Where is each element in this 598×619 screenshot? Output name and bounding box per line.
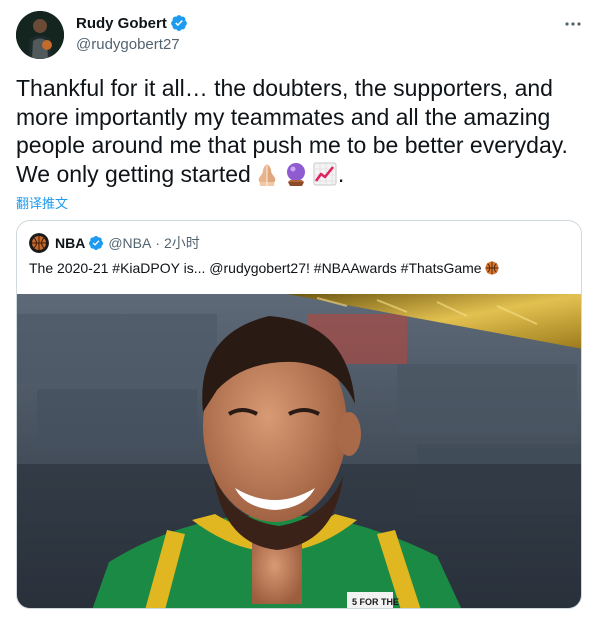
quoted-verified-badge-icon [89, 236, 104, 250]
author-avatar[interactable] [16, 11, 64, 59]
verified-badge-icon [170, 15, 187, 31]
crystal-ball-icon [286, 162, 305, 186]
quoted-time[interactable]: 2小时 [164, 233, 200, 253]
basketball-icon [485, 261, 499, 275]
quoted-text: The 2020-21 #KiaDPOY is... @rudygobert27… [29, 260, 499, 276]
quoted-tweet[interactable]: NBA @NBA · 2小时 The 2020-21 #KiaDPOY is..… [16, 220, 582, 609]
avatar-image [16, 11, 64, 59]
author-name[interactable]: Rudy Gobert [76, 15, 167, 32]
folded-hands-icon [258, 163, 276, 186]
author-handle[interactable]: @rudygobert27 [76, 36, 180, 53]
quoted-author-handle[interactable]: @NBA [108, 235, 151, 251]
quoted-tweet-image[interactable] [17, 294, 582, 609]
tweet: Rudy Gobert @rudygobert27 Thankful for i… [0, 0, 598, 619]
chart-increasing-icon [313, 162, 337, 185]
tweet-text-end: . [337, 160, 345, 187]
quoted-author-avatar[interactable] [29, 233, 49, 253]
quoted-author-name[interactable]: NBA [55, 235, 85, 251]
quoted-text-body: The 2020-21 #KiaDPOY is... @rudygobert27… [29, 260, 482, 276]
author-name-row: Rudy Gobert [76, 14, 188, 32]
tweet-text: Thankful for it all… the doubters, the s… [16, 74, 586, 188]
jersey-patch-text: 5 FOR THE [352, 597, 400, 607]
quoted-header: NBA @NBA · 2小时 [55, 233, 200, 253]
translate-tweet-link[interactable]: 翻译推文 [16, 193, 68, 212]
basketball-logo-icon [29, 233, 49, 253]
quoted-separator: · [155, 235, 161, 251]
more-options-icon[interactable] [563, 14, 583, 34]
